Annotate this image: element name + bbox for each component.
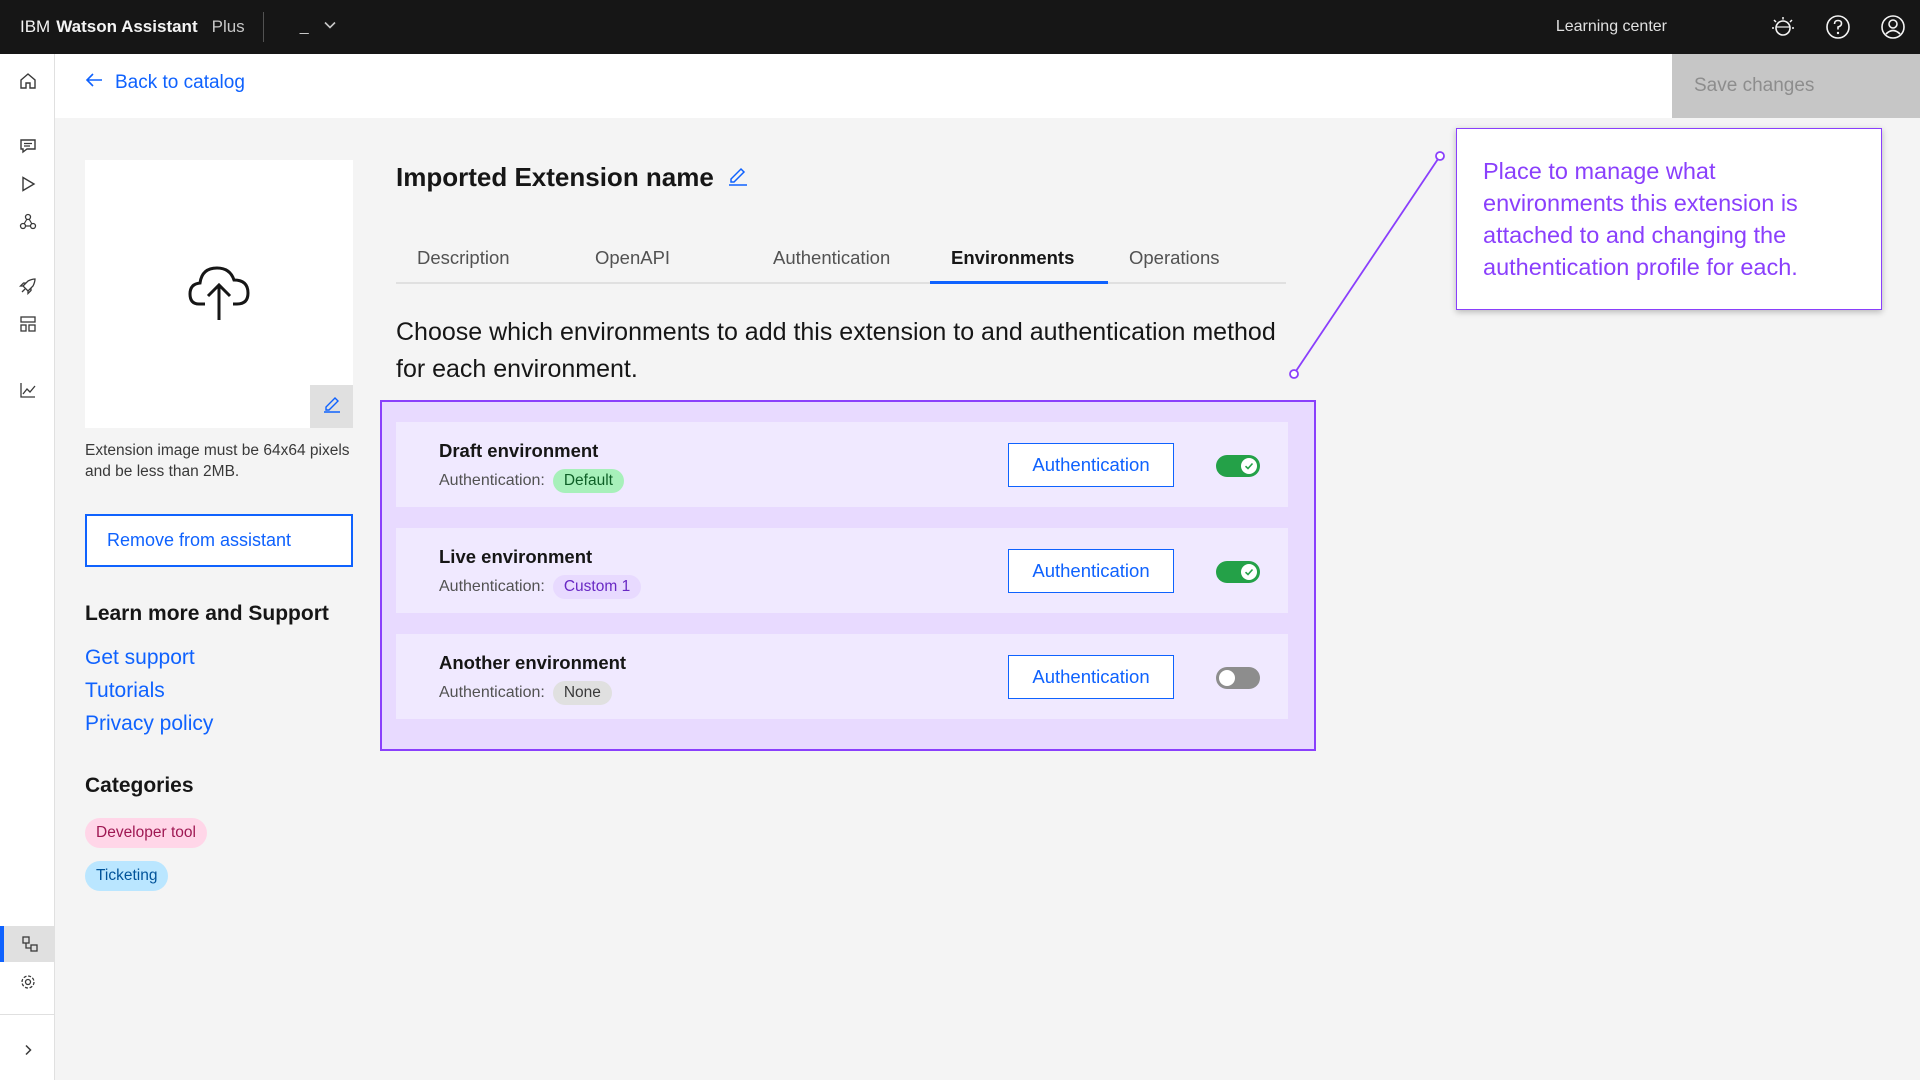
toggle-knob xyxy=(1219,670,1235,686)
auth-tag: Default xyxy=(552,469,624,493)
switcher-value: _ xyxy=(299,18,309,35)
environments-intro: Choose which environments to add this ex… xyxy=(396,318,1276,383)
authentication-button[interactable]: Authentication xyxy=(1008,549,1174,593)
page-header: Back to catalog Save changes xyxy=(55,54,1920,118)
extension-image-upload[interactable] xyxy=(85,160,353,428)
analytics-icon[interactable] xyxy=(0,372,55,408)
auth-prefix: Authentication: xyxy=(439,578,545,595)
authentication-button[interactable]: Authentication xyxy=(1008,655,1174,699)
tutorials-link[interactable]: Tutorials xyxy=(85,679,165,703)
extension-title: Imported Extension name xyxy=(396,162,748,193)
remove-from-assistant-button[interactable]: Remove from assistant xyxy=(85,514,353,567)
back-to-catalog-link[interactable]: Back to catalog xyxy=(85,72,245,94)
edit-icon[interactable] xyxy=(728,162,748,193)
tab-environments[interactable]: Environments xyxy=(930,240,1108,284)
tab-authentication[interactable]: Authentication xyxy=(752,240,930,284)
tab-list: Description OpenAPI Authentication Envir… xyxy=(396,240,1286,284)
idea-icon[interactable] xyxy=(1755,0,1810,54)
environment-toggle[interactable] xyxy=(1216,561,1260,583)
category-tag-developer-tool: Developer tool xyxy=(85,818,207,848)
auth-tag: None xyxy=(552,681,612,705)
environment-toggle[interactable] xyxy=(1216,667,1260,689)
toggle-knob xyxy=(1241,458,1257,474)
brand-prefix: IBM xyxy=(20,17,51,36)
extension-name: Imported Extension name xyxy=(396,162,714,192)
deploy-icon[interactable] xyxy=(0,268,55,304)
category-tag-ticketing: Ticketing xyxy=(85,861,169,891)
environment-row-another: Another environment Authentication: None… xyxy=(396,634,1288,719)
authentication-button[interactable]: Authentication xyxy=(1008,443,1174,487)
learn-more-title: Learn more and Support xyxy=(85,602,329,625)
environment-row-draft: Draft environment Authentication: Defaul… xyxy=(396,422,1288,507)
tab-description[interactable]: Description xyxy=(396,240,574,284)
toggle-knob xyxy=(1241,564,1257,580)
extensions-icon[interactable] xyxy=(0,926,55,962)
tab-operations[interactable]: Operations xyxy=(1108,240,1286,284)
settings-icon[interactable] xyxy=(0,964,55,1000)
auth-prefix: Authentication: xyxy=(439,472,545,489)
environment-name: Draft environment xyxy=(439,440,599,461)
actions-icon[interactable] xyxy=(0,204,55,240)
home-icon[interactable] xyxy=(0,63,55,99)
edit-icon xyxy=(323,395,341,418)
auth-tag: Custom 1 xyxy=(552,575,642,599)
play-icon[interactable] xyxy=(0,166,55,202)
environment-toggle[interactable] xyxy=(1216,455,1260,477)
header-divider xyxy=(262,12,264,42)
upload-icon xyxy=(187,260,251,327)
environment-row-live: Live environment Authentication: Custom … xyxy=(396,528,1288,613)
edit-image-button[interactable] xyxy=(310,385,353,428)
rail-divider xyxy=(0,1014,55,1015)
environment-auth: Authentication: None xyxy=(439,681,612,705)
environment-name: Another environment xyxy=(439,652,627,673)
learning-center-link[interactable]: Learning center xyxy=(1556,18,1667,36)
arrow-left-icon xyxy=(85,72,103,94)
user-icon[interactable] xyxy=(1865,0,1920,54)
side-nav xyxy=(0,54,55,1080)
chevron-down-icon xyxy=(323,18,337,37)
environment-auth: Authentication: Default xyxy=(439,469,624,493)
environment-name: Live environment xyxy=(439,546,593,567)
annotation-callout: Place to manage what environments this e… xyxy=(1456,128,1882,310)
product-name[interactable]: IBM Watson Assistant Plus xyxy=(20,17,245,37)
plan-label: Plus xyxy=(211,17,245,36)
tab-openapi[interactable]: OpenAPI xyxy=(574,240,752,284)
brand-name: Watson Assistant xyxy=(56,17,198,36)
auth-prefix: Authentication: xyxy=(439,684,545,701)
help-icon[interactable] xyxy=(1810,0,1865,54)
expand-icon[interactable] xyxy=(0,1032,55,1068)
instance-switcher[interactable]: _ xyxy=(300,18,337,37)
privacy-policy-link[interactable]: Privacy policy xyxy=(85,712,213,736)
image-hint: Extension image must be 64x64 pixels and… xyxy=(85,442,350,480)
back-label: Back to catalog xyxy=(115,72,245,93)
top-bar: IBM Watson Assistant Plus _ Learning cen… xyxy=(0,0,1920,54)
chat-icon[interactable] xyxy=(0,128,55,164)
environment-auth: Authentication: Custom 1 xyxy=(439,575,642,599)
get-support-link[interactable]: Get support xyxy=(85,646,195,670)
save-changes-button[interactable]: Save changes xyxy=(1672,54,1920,118)
integrations-icon[interactable] xyxy=(0,306,55,342)
categories-title: Categories xyxy=(85,774,194,797)
